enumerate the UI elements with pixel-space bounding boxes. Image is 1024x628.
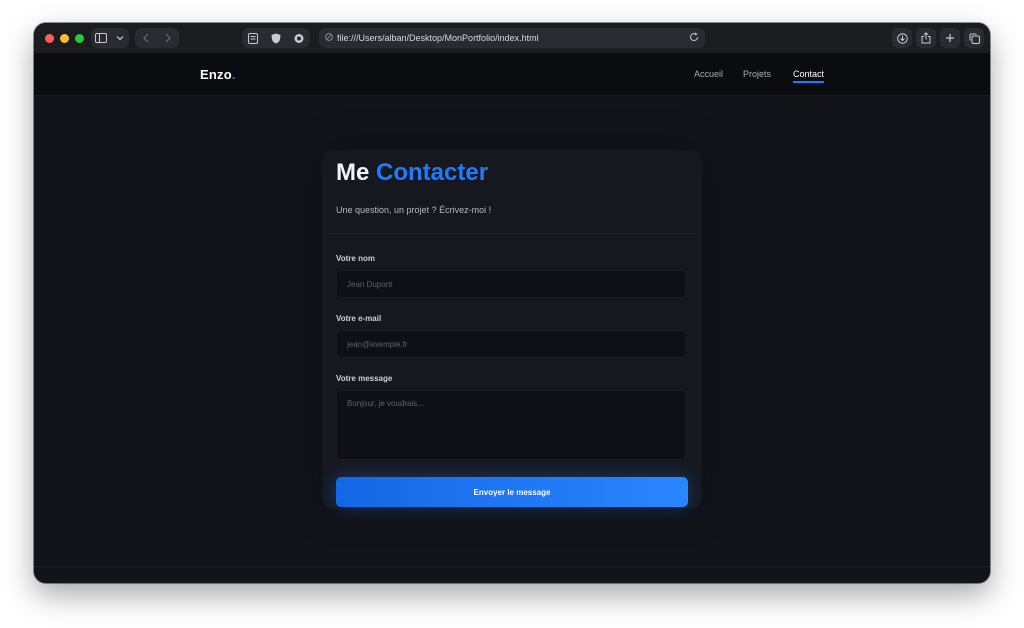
email-label: Votre e-mail — [336, 314, 382, 323]
back-button[interactable] — [137, 29, 155, 47]
nav-link-projets[interactable]: Projets — [743, 69, 771, 79]
browser-toolbar: file:///Users/alban/Desktop/MonPortfolio… — [34, 23, 990, 53]
chevron-left-icon — [143, 33, 149, 43]
download-icon[interactable] — [892, 28, 912, 48]
divider — [322, 233, 702, 234]
share-icon[interactable] — [916, 28, 936, 48]
message-label: Votre message — [336, 374, 393, 383]
minimize-window-button[interactable] — [60, 33, 69, 43]
site-logo[interactable]: Enzo. — [200, 67, 236, 82]
page-info-icon[interactable] — [325, 33, 333, 43]
nav-link-contact[interactable]: Contact — [793, 69, 825, 83]
extensions-group — [242, 28, 310, 48]
name-label: Votre nom — [336, 254, 375, 263]
shield-icon[interactable] — [267, 29, 285, 47]
plus-icon[interactable] — [940, 28, 960, 48]
chevron-right-icon — [165, 33, 171, 43]
reload-icon[interactable] — [689, 31, 699, 45]
browser-window: file:///Users/alban/Desktop/MonPortfolio… — [34, 23, 990, 583]
send-message-button[interactable]: Envoyer le message — [336, 477, 688, 507]
tabs-icon[interactable] — [964, 28, 984, 48]
page-title: Me Contacter — [336, 159, 489, 186]
name-input[interactable] — [336, 270, 686, 298]
page-subtitle: Une question, un projet ? Écrivez-moi ! — [336, 205, 492, 215]
sidebar-toggle-group — [91, 28, 129, 48]
contact-card: Me Contacter Une question, un projet ? É… — [322, 150, 702, 508]
chevron-down-icon[interactable] — [111, 29, 129, 47]
zoom-window-button[interactable] — [75, 33, 84, 43]
address-bar[interactable]: file:///Users/alban/Desktop/MonPortfolio… — [319, 28, 705, 48]
reader-icon[interactable] — [244, 29, 262, 47]
nav-link-accueil[interactable]: Accueil — [694, 69, 723, 79]
window-controls — [45, 33, 84, 43]
sidebar-icon[interactable] — [92, 29, 110, 47]
close-window-button[interactable] — [45, 33, 54, 43]
history-nav-group — [135, 28, 179, 48]
message-textarea[interactable] — [336, 390, 686, 460]
url-text[interactable]: file:///Users/alban/Desktop/MonPortfolio… — [337, 33, 539, 43]
toolbar-actions — [892, 28, 984, 48]
forward-button[interactable] — [159, 29, 177, 47]
footer-divider — [34, 566, 990, 567]
site-header: Enzo. Accueil Projets Contact — [34, 53, 990, 96]
page-content: Me Contacter Une question, un projet ? É… — [34, 96, 990, 583]
email-input[interactable] — [336, 330, 686, 358]
privacy-icon[interactable] — [290, 29, 308, 47]
